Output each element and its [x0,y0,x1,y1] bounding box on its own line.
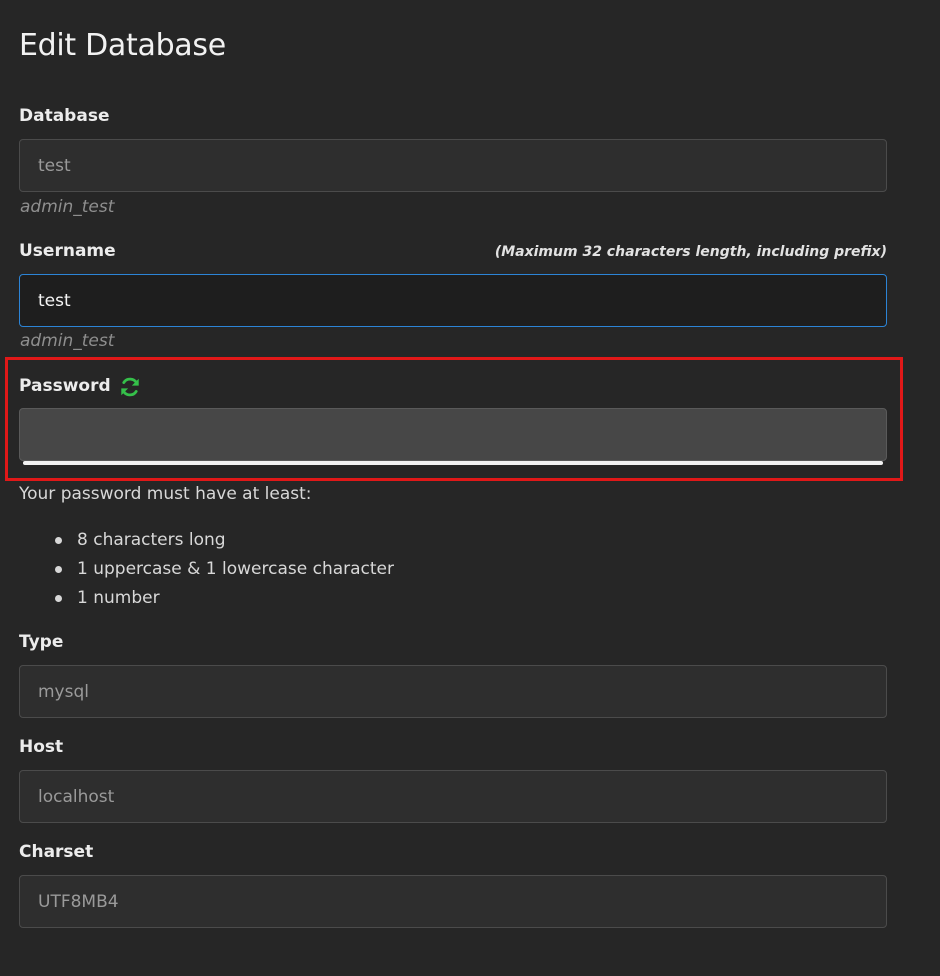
charset-field-value: UTF8MB4 [38,891,119,912]
host-field[interactable]: localhost [19,770,887,823]
host-label: Host [19,737,64,757]
type-label: Type [19,632,64,652]
password-highlight-box [5,357,903,481]
requirement-item: 1 uppercase & 1 lowercase character [19,557,394,586]
host-field-value: localhost [38,786,115,807]
database-label: Database [19,106,110,126]
type-field-value: mysql [38,681,89,702]
database-prefixed-name: admin_test [20,197,115,217]
password-requirements-intro: Your password must have at least: [19,484,312,504]
database-field-value: test [38,155,71,176]
username-length-hint: (Maximum 32 characters length, including… [494,244,887,260]
requirement-item: 8 characters long [19,528,394,557]
username-field-value: test [38,290,71,311]
type-field[interactable]: mysql [19,665,887,718]
requirement-item: 1 number [19,586,394,615]
password-requirements-list: 8 characters long 1 uppercase & 1 lowerc… [19,528,394,615]
page-title: Edit Database [19,28,226,63]
username-label: Username [19,241,116,261]
charset-label: Charset [19,842,94,862]
charset-field[interactable]: UTF8MB4 [19,875,887,928]
username-prefixed-name: admin_test [20,331,115,351]
username-field[interactable]: test [19,274,887,327]
database-field[interactable]: test [19,139,887,192]
